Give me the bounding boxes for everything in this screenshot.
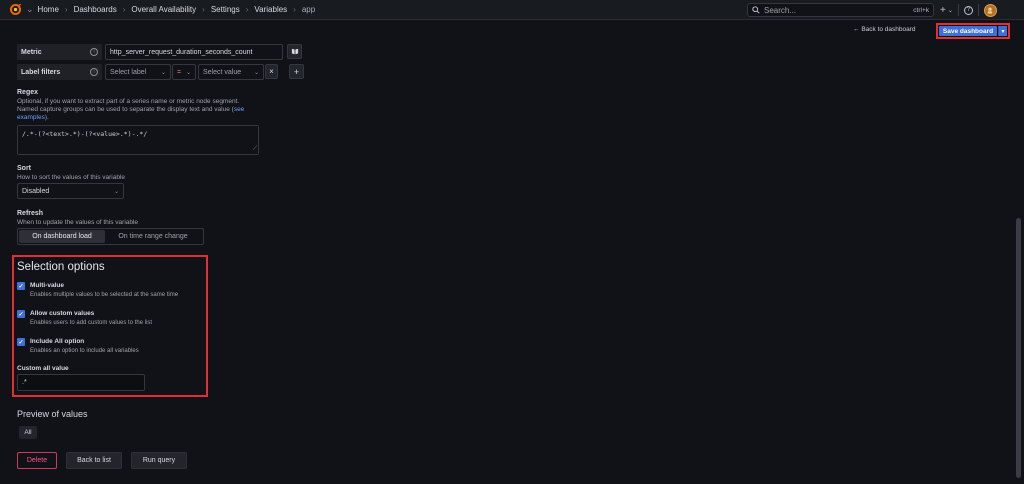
save-options-chevron-icon[interactable]: ▾ — [998, 26, 1007, 36]
breadcrumb-separator-icon: › — [64, 5, 68, 14]
breadcrumb-dashboard[interactable]: Overall Availability — [131, 5, 196, 14]
breadcrumb-dashboards[interactable]: Dashboards — [74, 5, 117, 14]
search-input[interactable]: Search... ctrl+k — [747, 3, 934, 17]
sort-select[interactable]: Disabled ⌄ — [17, 183, 124, 199]
label-filters-label: Label filters — [21, 68, 61, 76]
breadcrumb-separator-icon: › — [293, 5, 296, 14]
help-icon: ? — [966, 7, 971, 13]
custom-all-value-label: Custom all value — [17, 365, 69, 372]
operator-value: = — [177, 68, 182, 76]
delete-button[interactable]: Delete — [17, 452, 57, 469]
resize-handle-icon[interactable]: ⟋ — [253, 145, 257, 153]
regex-textarea[interactable]: /.*-(?<text>.*)-(?<value>.*)-.*/ ⟋ — [17, 125, 259, 155]
custom-all-value-input[interactable]: .* — [17, 374, 145, 391]
regex-link-examples: examples — [17, 114, 45, 121]
back-to-dashboard-button[interactable]: ← Back to dashboard — [853, 26, 916, 33]
info-icon[interactable]: i — [90, 48, 98, 56]
search-icon — [752, 6, 760, 14]
breadcrumb-home[interactable]: Home — [38, 5, 59, 14]
chevron-down-icon: ⌄ — [113, 188, 119, 195]
divider — [957, 4, 959, 16]
breadcrumb-current: app — [301, 5, 316, 14]
regex-description-end: ). — [44, 114, 49, 121]
back-to-list-button[interactable]: Back to list — [66, 452, 122, 469]
help-button[interactable]: ? — [963, 5, 973, 15]
breadcrumb-settings[interactable]: Settings — [211, 5, 240, 14]
include-all-description: Enables an option to include all variabl… — [30, 348, 139, 354]
regex-description-line2: Named capture groups can be used to sepa… — [17, 106, 234, 113]
save-dashboard-button[interactable]: Save dashboard — [939, 26, 997, 36]
metric-value: http_server_request_duration_seconds_cou… — [110, 48, 253, 56]
sort-heading: Sort — [17, 165, 31, 172]
dashboard-toolbar: ← Back to dashboard Save dashboard ▾ — [0, 21, 1024, 41]
user-avatar-icon — [987, 7, 993, 14]
remove-filter-button[interactable]: × — [265, 64, 278, 79]
regex-description: Optional, if you want to extract part of… — [17, 98, 267, 122]
grafana-logo-icon[interactable] — [4, 0, 26, 20]
metrics-explorer-button[interactable] — [287, 44, 302, 59]
select-value-placeholder: Select value — [203, 68, 242, 76]
check-icon: ✓ — [18, 283, 24, 290]
chevron-down-icon: ⌄ — [185, 69, 191, 76]
select-label-dropdown[interactable]: Select label ⌄ — [105, 64, 171, 80]
regex-value: /.*-(?<text>.*)-(?<value>.*)-.*/ — [22, 130, 148, 138]
nav-actions: + ⌄ ? — [940, 3, 997, 17]
breadcrumb-separator-icon: › — [122, 5, 126, 14]
divider — [977, 4, 979, 16]
sort-value: Disabled — [22, 187, 50, 195]
operator-dropdown[interactable]: = ⌄ — [172, 64, 196, 80]
info-icon[interactable]: i — [90, 68, 98, 76]
select-value-dropdown[interactable]: Select value ⌄ — [198, 64, 264, 80]
sort-description: How to sort the values of this variable — [17, 174, 126, 181]
refresh-on-time-range-change[interactable]: On time range change — [105, 230, 201, 243]
breadcrumb-variables[interactable]: Variables — [254, 5, 287, 14]
plus-icon: + — [940, 4, 946, 16]
multi-value-label: Multi-value — [30, 282, 64, 289]
search-placeholder: Search... — [764, 5, 797, 15]
regex-heading: Regex — [17, 89, 39, 96]
breadcrumb-separator-icon: › — [245, 5, 249, 14]
back-to-dashboard-label: Back to dashboard — [861, 26, 916, 33]
preview-value-chip: All — [19, 426, 37, 439]
custom-all-value: .* — [22, 379, 27, 386]
book-open-icon — [291, 48, 298, 55]
preview-of-values-title: Preview of values — [17, 409, 88, 419]
include-all-checkbox[interactable]: ✓ — [17, 338, 25, 346]
multi-value-checkbox[interactable]: ✓ — [17, 282, 25, 290]
chevron-down-icon: ⌄ — [253, 69, 259, 76]
run-query-button[interactable]: Run query — [131, 452, 187, 469]
breadcrumb-separator-icon: › — [202, 5, 205, 14]
allow-custom-values-description: Enables users to add custom values to th… — [30, 320, 153, 326]
include-all-label: Include All option — [30, 338, 85, 345]
breadcrumb: Home › Dashboards › Overall Availability… — [38, 5, 316, 14]
regex-description-line1: Optional, if you want to extract part of… — [17, 98, 240, 105]
add-button[interactable]: + ⌄ — [940, 5, 953, 16]
save-dashboard-highlight: Save dashboard ▾ — [936, 23, 1010, 39]
refresh-on-dashboard-load[interactable]: On dashboard load — [19, 230, 105, 243]
allow-custom-values-checkbox[interactable]: ✓ — [17, 310, 25, 318]
check-icon: ✓ — [18, 339, 24, 346]
top-nav: ⌄ Home › Dashboards › Overall Availabili… — [0, 0, 1024, 20]
refresh-radio-group: On dashboard load On time range change — [17, 228, 204, 245]
metric-label: Metric — [21, 48, 42, 56]
regex-link-see: see — [233, 106, 245, 113]
plus-icon: + — [293, 66, 300, 77]
selection-options-title: Selection options — [17, 261, 105, 273]
allow-custom-values-label: Allow custom values — [30, 310, 95, 317]
page-scrollbar[interactable] — [1016, 218, 1021, 478]
chevron-down-icon: ⌄ — [160, 69, 166, 76]
check-icon: ✓ — [18, 311, 24, 318]
refresh-description: When to update the values of this variab… — [17, 219, 139, 226]
arrow-left-icon: ← — [853, 26, 860, 33]
chevron-down-icon[interactable]: ⌄ — [26, 4, 34, 15]
metric-select[interactable]: http_server_request_duration_seconds_cou… — [105, 44, 283, 60]
add-filter-button[interactable]: + — [289, 64, 304, 79]
close-icon: × — [269, 67, 274, 76]
avatar[interactable] — [983, 3, 997, 17]
search-shortcut: ctrl+k — [913, 6, 929, 14]
select-label-placeholder: Select label — [110, 68, 147, 76]
chevron-down-icon: ⌄ — [947, 7, 953, 14]
multi-value-description: Enables multiple values to be selected a… — [30, 292, 179, 298]
refresh-heading: Refresh — [17, 210, 44, 217]
